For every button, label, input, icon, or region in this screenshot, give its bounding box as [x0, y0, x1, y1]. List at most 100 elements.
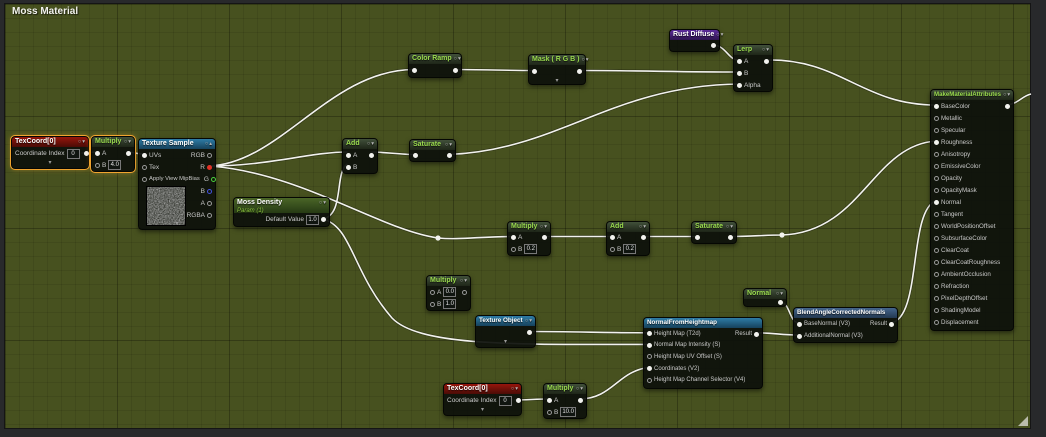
output-pin-rgb[interactable]	[207, 152, 212, 158]
preview-circle-icon[interactable]: ○	[776, 289, 779, 299]
preview-circle-icon[interactable]: ○	[762, 45, 765, 55]
b-value-input[interactable]: 4.0	[108, 160, 122, 170]
output-pin-result[interactable]	[889, 321, 894, 327]
collapse-chevron-icon[interactable]: ▾	[128, 137, 131, 147]
output-pin[interactable]	[369, 152, 374, 158]
b-value-input[interactable]: 0.2	[623, 244, 637, 254]
input-pin[interactable]	[934, 127, 939, 133]
input-pin[interactable]	[934, 271, 939, 277]
input-pin-b[interactable]	[610, 246, 615, 252]
input-pin-alpha[interactable]	[737, 82, 742, 88]
input-pin-tex[interactable]	[142, 164, 147, 170]
output-pin[interactable]	[641, 235, 646, 240]
collapse-chevron-icon[interactable]: ▾	[586, 55, 589, 65]
default-value-input[interactable]: 1.0	[306, 214, 319, 225]
node-moss-density[interactable]: Moss Density ○ ▾ Param (1) Default Value …	[233, 197, 330, 227]
node-add-top[interactable]: Add ○ ▾ A B	[342, 138, 378, 174]
node-texcoord-bottom[interactable]: TexCoord[0] ○ ▾ Coordinate Index 0 ▾	[443, 383, 522, 416]
output-pin-rgba[interactable]	[207, 212, 212, 218]
node-make-material-attributes[interactable]: MakeMaterialAttributes ○ ▾ BaseColor Metal…	[930, 89, 1014, 331]
input-pin-a[interactable]	[737, 58, 742, 64]
output-pin[interactable]	[527, 330, 532, 335]
node-normal[interactable]: Normal ○ ▾	[743, 288, 787, 307]
collapse-chevron-icon[interactable]: ▾	[464, 276, 467, 286]
input-pin[interactable]	[934, 163, 939, 169]
output-pin[interactable]	[728, 235, 733, 240]
collapse-chevron-icon[interactable]: ▾	[780, 289, 783, 299]
node-saturate-top[interactable]: Saturate ○ ▾	[409, 139, 456, 162]
input-pin[interactable]	[647, 366, 652, 372]
output-pin[interactable]	[453, 68, 458, 73]
input-pin[interactable]	[934, 319, 939, 325]
input-pin[interactable]	[934, 295, 939, 301]
output-pin[interactable]	[462, 289, 467, 295]
preview-circle-icon[interactable]: ○	[540, 222, 543, 232]
output-pin[interactable]	[542, 235, 547, 240]
output-pin[interactable]	[577, 69, 582, 74]
output-pin-b[interactable]	[207, 188, 212, 194]
input-pin-a[interactable]	[610, 235, 615, 240]
input-pin[interactable]	[647, 377, 652, 383]
input-pin-b[interactable]	[95, 162, 100, 168]
input-pin[interactable]	[934, 175, 939, 181]
output-pin-g[interactable]	[210, 176, 216, 182]
node-saturate-mid[interactable]: Saturate ○ ▾	[691, 221, 737, 244]
resize-grip-icon[interactable]	[1018, 416, 1028, 426]
collapse-chevron-icon[interactable]: ▾	[730, 222, 733, 232]
preview-circle-icon[interactable]: ○	[319, 198, 322, 208]
input-pin[interactable]	[647, 354, 652, 360]
preview-circle-icon[interactable]: ○	[205, 139, 208, 149]
output-pin[interactable]	[578, 397, 583, 403]
input-pin-b[interactable]	[547, 409, 552, 415]
input-pin[interactable]	[934, 211, 939, 217]
output-pin[interactable]	[321, 217, 326, 222]
collapse-chevron-icon[interactable]: ▾	[515, 384, 518, 394]
preview-circle-icon[interactable]: ○	[460, 276, 463, 286]
input-pin[interactable]	[934, 187, 939, 193]
input-pin-b[interactable]	[430, 301, 435, 307]
expander-chevron-icon[interactable]: ▾	[12, 160, 88, 168]
input-pin-uvs[interactable]	[142, 152, 147, 158]
a-value-input[interactable]: 0.0	[443, 287, 457, 297]
preview-circle-icon[interactable]: ○	[639, 222, 642, 232]
output-pin-a[interactable]	[207, 200, 212, 206]
collapse-chevron-icon[interactable]: ▾	[323, 198, 326, 208]
preview-circle-icon[interactable]: ○	[581, 55, 584, 65]
output-pin[interactable]	[126, 150, 131, 156]
expander-chevron-icon[interactable]: ▾	[139, 221, 215, 229]
preview-circle-icon[interactable]: ○	[576, 384, 579, 394]
output-pin-result[interactable]	[754, 331, 759, 337]
node-mask-rgb[interactable]: Mask ( R G B ) ○ ▾ ▾	[528, 54, 589, 85]
collapse-chevron-icon[interactable]: ▾	[1007, 90, 1010, 100]
node-multiply-float[interactable]: Multiply ○ ▾ A 0.0 B 1.0	[426, 275, 471, 311]
input-pin-b[interactable]	[737, 70, 742, 76]
node-multiply-mid[interactable]: Multiply ○ ▾ A B 0.2	[507, 221, 551, 256]
b-value-input[interactable]: 10.0	[560, 407, 577, 417]
output-pin[interactable]	[711, 43, 716, 48]
input-pin-b[interactable]	[511, 246, 516, 252]
node-blend-angle-corrected-normals[interactable]: BlendAngleCorrectedNormals BaseNormal (V…	[793, 307, 898, 343]
input-pin[interactable]	[412, 68, 417, 73]
collapse-chevron-icon[interactable]: ▾	[643, 222, 646, 232]
input-pin[interactable]	[934, 259, 939, 265]
node-color-ramp[interactable]: Color Ramp ○ ▾	[408, 53, 462, 78]
preview-circle-icon[interactable]: ○	[454, 54, 457, 64]
output-pin[interactable]	[83, 151, 89, 156]
node-lerp[interactable]: Lerp ○ ▾ A B Alpha	[733, 44, 773, 92]
input-pin[interactable]	[934, 151, 939, 157]
preview-circle-icon[interactable]: ○	[511, 384, 514, 394]
input-pin[interactable]	[647, 331, 652, 337]
input-pin[interactable]	[934, 115, 939, 121]
collapse-chevron-icon[interactable]: ▾	[371, 139, 374, 149]
collapse-chevron-icon[interactable]: ▾	[82, 137, 85, 147]
input-pin-a[interactable]	[547, 397, 552, 403]
node-normal-from-heightmap[interactable]: NormalFromHeightmap Height Map (T2d) Norm…	[643, 317, 763, 389]
preview-circle-icon[interactable]: ○	[716, 30, 719, 40]
input-pin-a[interactable]	[95, 150, 100, 156]
coordinate-index-input[interactable]: 0	[498, 395, 512, 406]
input-pin[interactable]	[647, 342, 652, 348]
b-value-input[interactable]: 0.2	[524, 244, 538, 254]
reroute-node[interactable]	[435, 235, 441, 241]
preview-circle-icon[interactable]: ○	[78, 137, 81, 147]
output-pin[interactable]	[778, 300, 783, 305]
